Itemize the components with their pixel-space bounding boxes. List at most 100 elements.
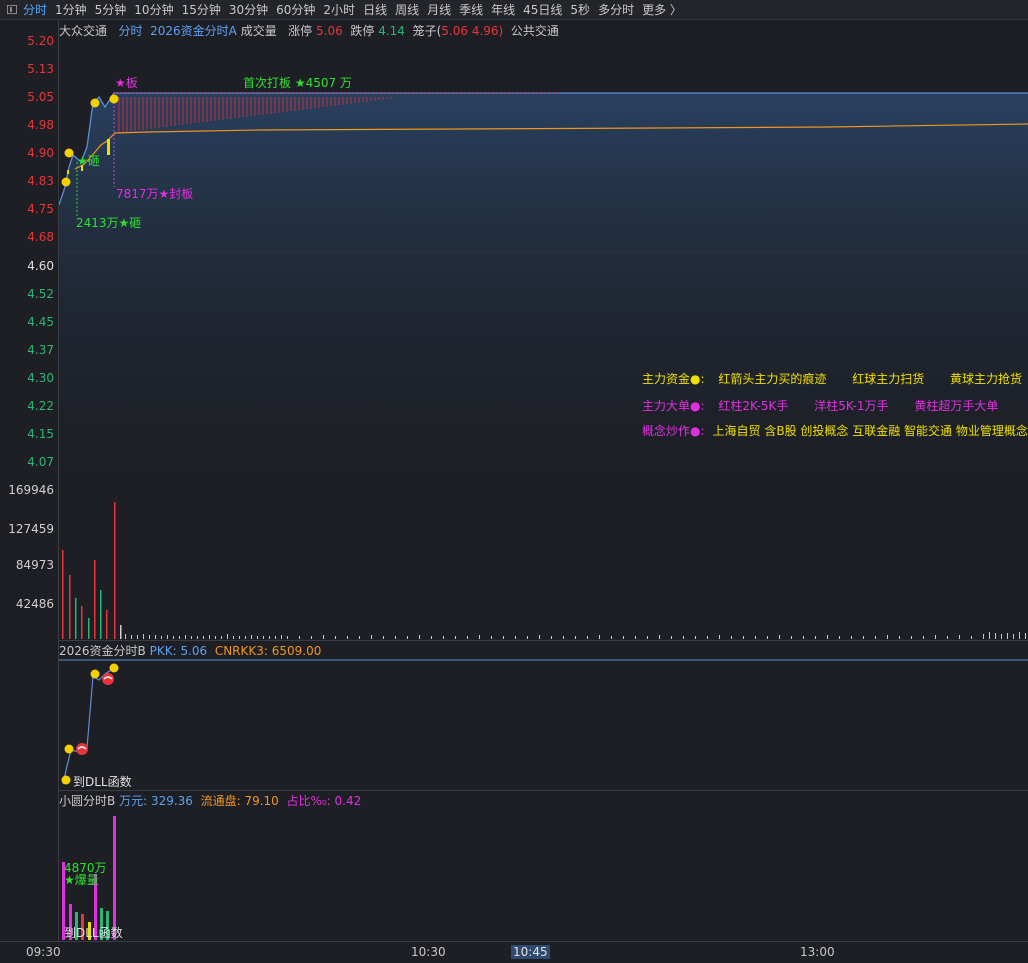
yellow-ball-marker: [109, 94, 119, 104]
tab-quarterly[interactable]: 季线: [459, 1, 483, 18]
yellow-ball-marker: [90, 669, 100, 679]
yellow-ball-marker: [109, 663, 119, 673]
tab-monthly[interactable]: 月线: [427, 1, 451, 18]
panel-b-line: [62, 667, 115, 785]
wan-value: 329.36: [150, 794, 193, 808]
limit-down-label: 跌停: [350, 24, 375, 38]
legend-item: 洋柱5K-1万手: [814, 399, 889, 413]
seal-annotation: 7817万★封板: [116, 187, 194, 201]
tab-5sec[interactable]: 5秒: [570, 1, 590, 18]
price-tick: 5.20: [27, 34, 54, 48]
tab-yearly[interactable]: 年线: [491, 1, 515, 18]
limit-up-value: 5.06: [316, 24, 343, 38]
period-toolbar: 分时 1分钟 5分钟 10分钟 15分钟 30分钟 60分钟 2小时 日线 周线…: [0, 0, 1028, 20]
panel-divider[interactable]: [59, 790, 1028, 791]
legend-title: 概念炒作●:: [642, 424, 705, 438]
price-tick: 4.75: [27, 202, 54, 216]
legend-big-orders: 主力大单●: 红柱2K-5K手 洋柱5K-1万手 黄柱超万手大单: [642, 397, 1020, 414]
wan-label: 万元:: [119, 794, 148, 808]
price-tick: 4.15: [27, 427, 54, 441]
price-tick: 5.05: [27, 90, 54, 104]
price-tick: 4.83: [27, 174, 54, 188]
legend-item: 红箭头主力买的痕迹: [718, 372, 827, 386]
panel-b-dll-text: 到DLL函数: [73, 775, 132, 789]
panel-divider[interactable]: [59, 640, 1028, 641]
panel-c-header: 小圆分时B 万元: 329.36 流通盘: 79.10 占比%₀: 0.42: [59, 792, 361, 809]
price-tick: 4.98: [27, 118, 54, 132]
float-label: 流通盘:: [200, 794, 241, 808]
legend-item: 红球主力扫货: [852, 372, 925, 386]
tab-15min[interactable]: 15分钟: [182, 1, 221, 18]
panel-toggle-icon[interactable]: [7, 5, 17, 14]
cage-high: 5.06: [441, 24, 468, 38]
concept-label: 公共交通: [510, 24, 559, 38]
tab-2hour[interactable]: 2小时: [323, 1, 355, 18]
limit-up-label: 涨停: [288, 24, 313, 38]
yellow-ball-marker: [61, 775, 71, 785]
indicator-name[interactable]: 2026资金分时A: [150, 24, 237, 38]
volume-bars: [62, 502, 122, 639]
panel-c-dll-text: 到DLL函数: [64, 926, 123, 940]
price-tick: 4.07: [27, 455, 54, 469]
volume-chart[interactable]: [59, 480, 1028, 639]
smash-small-annotation: ★砸: [77, 154, 100, 168]
price-tick: 4.37: [27, 343, 54, 357]
smash-annotation: 2413万★砸: [76, 216, 142, 230]
red-ball-marker: [102, 673, 114, 685]
legend-concepts: 概念炒作●: 上海自贸 含B股 创投概念 互联金融 智能交通 物业管理概念: [642, 422, 1028, 439]
tab-1min[interactable]: 1分钟: [55, 1, 87, 18]
panel-c-name[interactable]: 小圆分时B: [59, 794, 115, 808]
indicator-label: 分时: [118, 24, 143, 38]
price-tick: 4.68: [27, 230, 54, 244]
concept-list: 上海自贸 含B股 创投概念 互联金融 智能交通 物业管理概念: [712, 424, 1028, 438]
price-tick: 4.22: [27, 399, 54, 413]
tab-weekly[interactable]: 周线: [395, 1, 419, 18]
tab-60min[interactable]: 60分钟: [276, 1, 315, 18]
price-tick: 4.90: [27, 146, 54, 160]
price-tick: 4.45: [27, 315, 54, 329]
volume-tick: 127459: [8, 522, 54, 536]
legend-item: 黄柱超万手大单: [914, 399, 999, 413]
yellow-ball-marker: [64, 744, 74, 754]
volume-label: 成交量: [240, 24, 277, 38]
time-tick: 13:00: [800, 945, 835, 959]
legend-item: 黄球主力抢货: [950, 372, 1023, 386]
yellow-ball-marker: [90, 98, 100, 108]
time-cursor-label: 10:45: [511, 945, 550, 959]
yellow-ball-marker: [61, 177, 71, 187]
time-tick: 09:30: [26, 945, 61, 959]
yellow-ball-marker: [64, 148, 74, 158]
price-tick: 5.13: [27, 62, 54, 76]
board-annotation: ★板: [115, 76, 138, 90]
stock-name: 大众交通: [59, 24, 108, 38]
tab-10min[interactable]: 10分钟: [134, 1, 173, 18]
legend-title: 主力资金●:: [642, 372, 705, 386]
cage-label: 笼子(: [412, 24, 442, 38]
tab-5min[interactable]: 5分钟: [95, 1, 127, 18]
ratio-value: 0.42: [334, 794, 362, 808]
burst-annotation: ★爆量: [64, 873, 99, 887]
tab-more[interactable]: 更多 〉: [642, 1, 682, 18]
time-axis: 09:30 10:30 10:45 13:00: [0, 941, 1028, 963]
tab-daily[interactable]: 日线: [363, 1, 387, 18]
red-ball-marker: [76, 743, 88, 755]
time-tick: 10:30: [411, 945, 446, 959]
volume-tick: 169946: [8, 483, 54, 497]
limit-down-value: 4.14: [378, 24, 405, 38]
panel-c-chart[interactable]: [59, 808, 1028, 940]
big-order-bar: [67, 170, 69, 174]
tab-multi-intraday[interactable]: 多分时: [598, 1, 634, 18]
price-tick: 4.52: [27, 287, 54, 301]
big-order-bar: [107, 139, 110, 155]
tab-30min[interactable]: 30分钟: [229, 1, 268, 18]
panel-b-chart[interactable]: [59, 656, 1028, 790]
volume-tail-bars: [125, 632, 1026, 639]
cage-low: 4.96): [471, 24, 504, 38]
legend-item: 红柱2K-5K手: [718, 399, 789, 413]
tab-45day[interactable]: 45日线: [523, 1, 562, 18]
tab-intraday[interactable]: 分时: [23, 1, 47, 18]
left-axis: 5.20 5.13 5.05 4.98 4.90 4.83 4.75 4.68 …: [0, 20, 59, 942]
legend-main-funds: 主力资金●: 红箭头主力买的痕迹 红球主力扫货 黄球主力抢货: [642, 370, 1028, 387]
legend-title: 主力大单●:: [642, 399, 705, 413]
price-tick: 4.30: [27, 371, 54, 385]
